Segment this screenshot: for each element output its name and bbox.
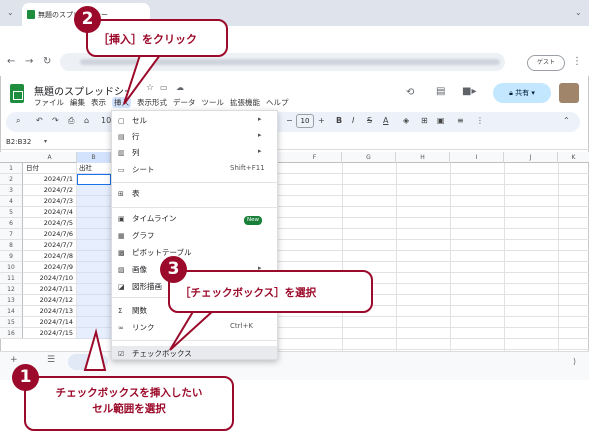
callout-2-number: 2 (74, 6, 101, 33)
callout-2-text: ［挿入］をクリック (98, 33, 197, 46)
callout-1-pointer (83, 328, 107, 371)
callout-connectors (83, 54, 228, 371)
callout-3-number: 3 (160, 256, 187, 283)
callout-1-text: チェックボックスを挿入したい セル範囲を選択 (55, 387, 203, 415)
callout-1-number: 1 (12, 364, 39, 391)
callout-2-pointer (123, 54, 162, 105)
callout-3-text: ［チェックボックス］を選択 (180, 287, 317, 299)
